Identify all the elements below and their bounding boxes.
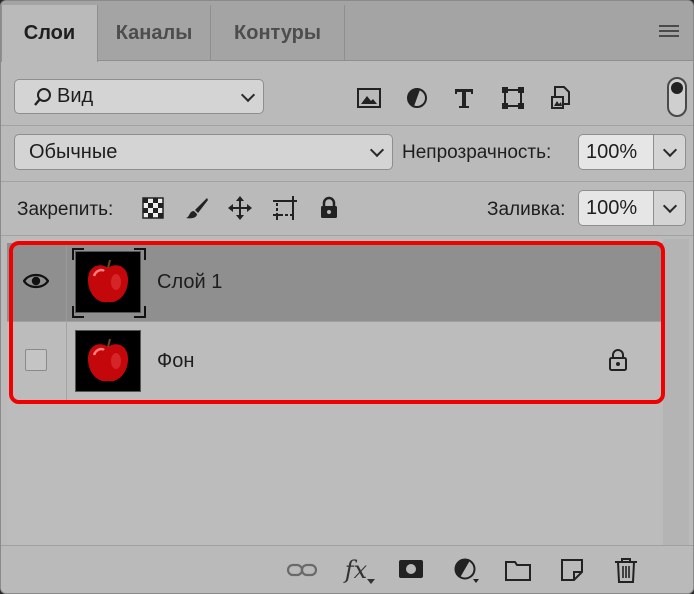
- tab-channels[interactable]: Каналы: [98, 5, 211, 61]
- filter-toggle-switch[interactable]: [667, 77, 687, 117]
- fill-dropdown-button[interactable]: [654, 190, 686, 226]
- lock-all-icon[interactable]: [316, 195, 342, 221]
- lock-pixels-icon[interactable]: [184, 195, 210, 221]
- layer-name[interactable]: Слой 1: [157, 271, 222, 294]
- layer-name[interactable]: Фон: [157, 350, 194, 373]
- fx-icon[interactable]: fx: [341, 555, 375, 585]
- opacity-dropdown-button[interactable]: [654, 134, 686, 170]
- layer-thumbnail: [72, 248, 146, 318]
- lock-artboard-icon[interactable]: [272, 195, 298, 221]
- adjustment-filter-icon[interactable]: [404, 85, 430, 111]
- visibility-toggle[interactable]: [7, 322, 67, 400]
- tab-layers[interactable]: Слои: [1, 5, 98, 62]
- search-icon: [34, 87, 51, 106]
- layer-row-layer-1[interactable]: Слой 1: [7, 243, 663, 321]
- fill-input[interactable]: 100%: [578, 190, 654, 226]
- opacity-input[interactable]: 100%: [578, 134, 654, 170]
- smart-object-filter-icon[interactable]: [549, 85, 575, 111]
- filter-kind-label: Вид: [57, 85, 94, 107]
- fill-label: Заливка:: [487, 199, 566, 220]
- visibility-box-empty: [25, 349, 47, 371]
- scrollbar[interactable]: [663, 239, 689, 545]
- divider: [1, 235, 693, 236]
- type-filter-icon[interactable]: [451, 85, 477, 111]
- tab-paths[interactable]: Контуры: [211, 5, 345, 61]
- layer-lock-icon[interactable]: [608, 349, 628, 371]
- chevron-down-icon: [662, 142, 678, 158]
- divider: [1, 181, 693, 182]
- image-filter-icon[interactable]: [356, 85, 382, 111]
- layer-row-background[interactable]: Фон: [7, 322, 663, 400]
- blend-mode-select[interactable]: Обычные: [14, 134, 393, 170]
- divider: [1, 125, 693, 126]
- add-mask-icon[interactable]: [396, 555, 426, 585]
- lock-position-icon[interactable]: [227, 195, 253, 221]
- filter-kind-select[interactable]: Вид: [14, 79, 264, 114]
- link-layers-icon[interactable]: [287, 555, 317, 585]
- apple-thumbnail-image: [76, 331, 140, 391]
- new-group-icon[interactable]: [503, 555, 533, 585]
- shape-filter-icon[interactable]: [500, 85, 526, 111]
- chevron-down-icon: [369, 142, 385, 158]
- lock-transparency-icon[interactable]: [140, 195, 166, 221]
- layers-panel: Слои Каналы Контуры Вид Обычные Непрозра…: [0, 0, 694, 594]
- new-layer-icon[interactable]: [557, 555, 587, 585]
- blend-mode-label: Обычные: [29, 140, 118, 163]
- tab-bar: Слои Каналы Контуры: [1, 1, 693, 62]
- layer-thumbnail: [75, 330, 141, 392]
- lock-label: Закрепить:: [17, 199, 114, 220]
- visibility-toggle[interactable]: [7, 243, 67, 321]
- opacity-label: Непрозрачность:: [402, 142, 552, 163]
- chevron-down-icon: [240, 87, 256, 102]
- chevron-down-icon: [662, 198, 678, 214]
- delete-layer-icon[interactable]: [611, 555, 641, 585]
- eye-icon: [23, 273, 49, 289]
- selection-corners: [72, 248, 146, 318]
- fill-control[interactable]: 100%: [578, 190, 686, 226]
- opacity-control[interactable]: 100%: [578, 134, 686, 170]
- adjustment-layer-icon[interactable]: [451, 555, 481, 585]
- panel-menu-icon[interactable]: [659, 25, 679, 39]
